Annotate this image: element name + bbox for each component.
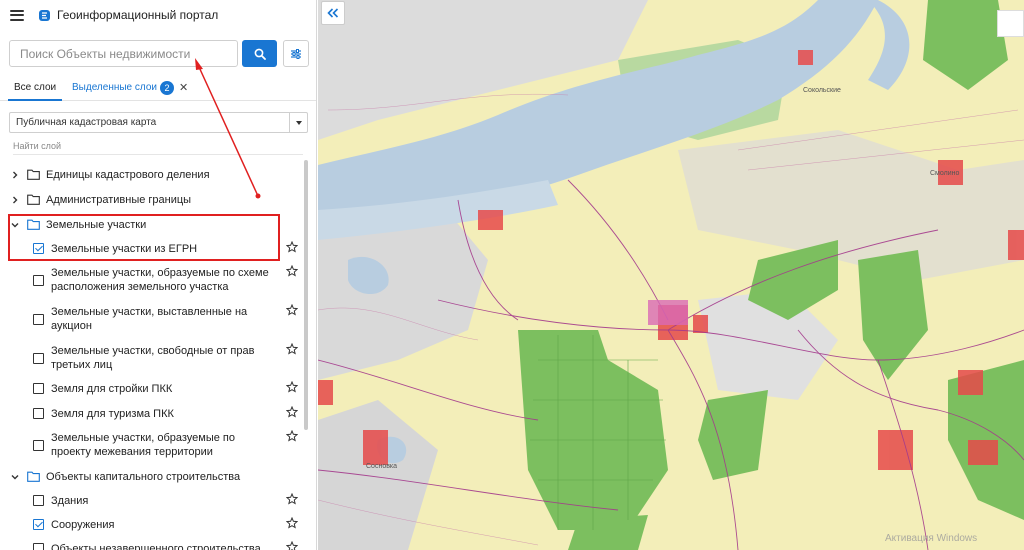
layer-group-label: Административные границы [46, 194, 192, 206]
layer-label: Здания [51, 495, 89, 507]
search-icon [254, 48, 266, 60]
folder-icon [27, 194, 40, 205]
windows-activation-watermark: Активация Windows [885, 533, 978, 544]
top-bar: Геоинформационный портал [0, 0, 316, 30]
selected-count-badge: 2 [160, 81, 174, 95]
layer-checkbox[interactable] [33, 275, 44, 286]
layer-tree: Единицы кадастрового деления Администрат… [0, 160, 306, 550]
star-icon[interactable] [286, 304, 298, 316]
search-row [9, 40, 309, 67]
basemap-value: Публичная кадастровая карта [16, 117, 157, 128]
layer-label: Земельные участки, выставленные на аукци… [51, 306, 248, 332]
layer-tree-scrollbar[interactable] [304, 160, 308, 430]
chevron-right-icon[interactable] [10, 195, 20, 205]
folder-icon [27, 169, 40, 180]
map-label: Сокольские [803, 87, 841, 94]
star-icon[interactable] [286, 517, 298, 529]
collapse-panel-button[interactable] [321, 1, 345, 25]
layer-group-label: Объекты капитального строительства [46, 471, 241, 483]
tab-selected-label: Выделенные слои [72, 82, 157, 93]
map-view[interactable]: Сокольские Смолино Сосновка [318, 0, 1024, 550]
map-label: Сосновка [366, 463, 397, 470]
tab-all-layers[interactable]: Все слои [8, 79, 63, 101]
layer-checkbox[interactable] [33, 543, 44, 550]
layer-label: Земельные участки, свободные от прав тре… [51, 345, 255, 371]
layer-checkbox[interactable] [33, 383, 44, 394]
layer-label: Земельные участки из ЕГРН [51, 243, 198, 255]
layer-tabs: Все слои Выделенные слои 2 ✕ [0, 79, 316, 101]
layer-search-input[interactable]: Найти слой [13, 141, 303, 155]
layer-checkbox[interactable] [33, 353, 44, 364]
chevron-right-icon[interactable] [10, 170, 20, 180]
star-icon[interactable] [286, 541, 298, 550]
map-label: Смолино [930, 170, 959, 177]
layer-label: Земельные участки, образуемые по схеме р… [51, 267, 269, 293]
layer-checkbox[interactable] [33, 243, 44, 254]
close-icon[interactable]: ✕ [179, 79, 188, 97]
chevron-down-icon[interactable] [10, 220, 20, 230]
search-button[interactable] [242, 40, 277, 67]
layer-checkbox[interactable] [33, 314, 44, 325]
map-control[interactable] [997, 10, 1024, 37]
star-icon[interactable] [286, 493, 298, 505]
layer-checkbox[interactable] [33, 495, 44, 506]
sliders-icon [291, 48, 301, 59]
layer-checkbox[interactable] [33, 440, 44, 451]
layer-group-label: Земельные участки [46, 219, 147, 231]
layer-checkbox[interactable] [33, 519, 44, 530]
search-input[interactable] [9, 40, 238, 67]
layers-sidebar: Геоинформационный портал Все слои Выделе… [0, 0, 317, 550]
layer-label: Сооружения [51, 519, 115, 531]
cadastral-map[interactable]: Сокольские Смолино Сосновка [318, 0, 1024, 550]
basemap-select[interactable]: Публичная кадастровая карта [9, 112, 308, 133]
app-title: Геоинформационный портал [57, 8, 219, 22]
layer-label: Земельные участки, образуемые по проекту… [51, 432, 235, 458]
folder-open-icon [27, 219, 40, 230]
layer-label: Объекты незавершенного строительства [51, 543, 261, 550]
chevron-down-icon[interactable] [10, 472, 20, 482]
chevron-down-icon[interactable] [289, 113, 307, 132]
star-icon[interactable] [286, 241, 298, 253]
star-icon[interactable] [286, 265, 298, 277]
layer-label: Земля для стройки ПКК [51, 383, 173, 395]
star-icon[interactable] [286, 381, 298, 393]
double-chevron-left-icon [327, 8, 339, 18]
layer-group-label: Единицы кадастрового деления [46, 169, 210, 181]
filter-settings-button[interactable] [283, 40, 309, 67]
star-icon[interactable] [286, 430, 298, 442]
folder-open-icon [27, 471, 40, 482]
menu-icon[interactable] [10, 9, 24, 21]
star-icon[interactable] [286, 406, 298, 418]
star-icon[interactable] [286, 343, 298, 355]
portal-logo [39, 9, 50, 21]
layer-label: Земля для туризма ПКК [51, 408, 174, 420]
layer-checkbox[interactable] [33, 408, 44, 419]
tab-selected-layers[interactable]: Выделенные слои 2 ✕ [72, 79, 188, 101]
